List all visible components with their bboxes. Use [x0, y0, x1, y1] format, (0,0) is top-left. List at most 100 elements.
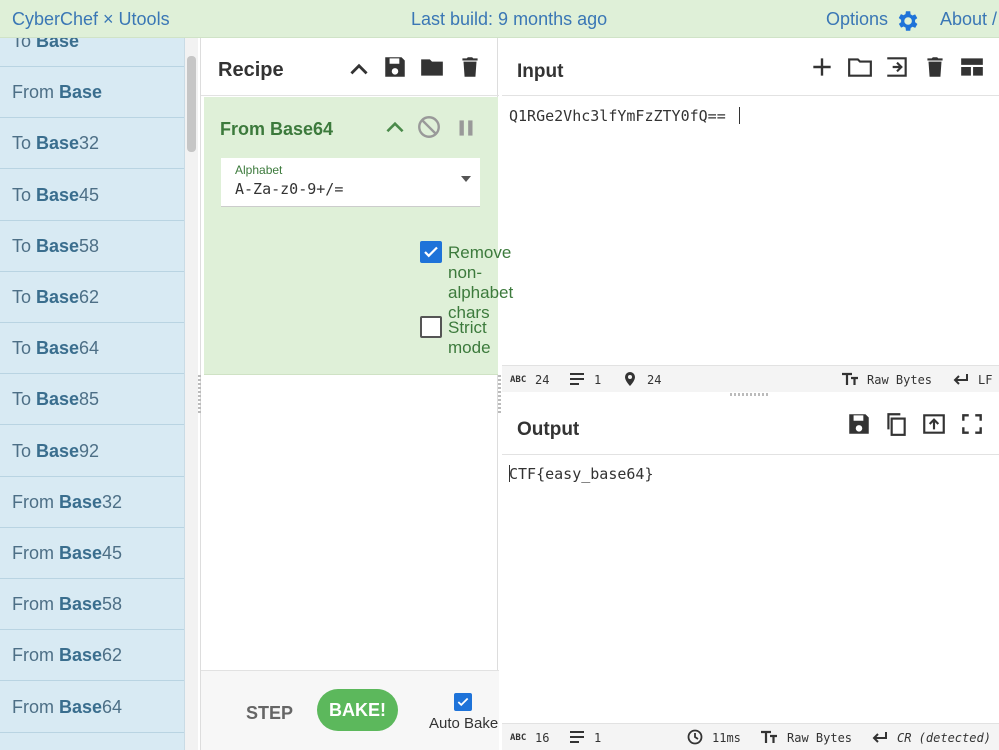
operation-list-item[interactable]: From Base85 — [0, 733, 184, 750]
operation-list-item[interactable]: From Base45 — [0, 528, 184, 579]
chevron-up-icon[interactable] — [346, 56, 372, 82]
operation-search-match: Base — [36, 184, 80, 205]
operation-search-match: Base — [36, 287, 80, 307]
output-eol[interactable]: CR (detected) — [897, 731, 991, 745]
load-recipe-folder-icon[interactable] — [419, 54, 445, 80]
operation-name: From Base64 — [220, 119, 334, 139]
output-header: Output — [502, 397, 999, 455]
copy-output-icon[interactable] — [883, 411, 909, 437]
operation-list-item[interactable]: To Base45 — [0, 170, 184, 221]
position-pin-icon — [621, 371, 639, 387]
add-input-plus-icon[interactable] — [809, 54, 835, 80]
maximise-output-icon[interactable] — [959, 411, 985, 437]
eol-return-icon[interactable] — [870, 729, 888, 745]
save-output-icon[interactable] — [846, 411, 872, 437]
operation-list-item[interactable]: To Base64 — [0, 323, 184, 375]
scrollbar-thumb[interactable] — [187, 56, 196, 152]
pane-resizer[interactable] — [730, 393, 770, 396]
input-eol[interactable]: LF — [978, 373, 992, 387]
gear-icon[interactable] — [894, 8, 920, 34]
auto-bake-label: Auto Bake — [429, 715, 499, 732]
last-build-link[interactable]: Last build: 9 months ago — [411, 9, 607, 30]
app-title[interactable]: CyberChef × Utools — [12, 9, 170, 30]
input-encoding[interactable]: Raw Bytes — [867, 373, 932, 387]
input-status-bar: ABC 24 1 24 Raw Bytes LF — [502, 365, 999, 392]
operation-list-item[interactable]: From Base32 — [0, 477, 184, 528]
remove-nonalpha-label: Remove non-alphabet chars — [448, 243, 514, 322]
replace-input-icon[interactable] — [921, 411, 947, 437]
operation-prefix: From — [12, 82, 59, 103]
operation-search-match: Base — [59, 594, 103, 615]
operation-prefix: From — [12, 645, 59, 666]
auto-bake-checkbox[interactable] — [454, 693, 472, 711]
operation-search-match: Base — [36, 133, 80, 154]
output-encoding[interactable]: Raw Bytes — [787, 731, 852, 745]
open-file-input-icon[interactable] — [884, 54, 910, 80]
operation-suffix: 32 — [79, 133, 100, 154]
text-format-icon[interactable] — [760, 729, 778, 745]
input-textarea[interactable]: Q1RGe2Vhc3lfYmFzZTY0fQ== — [509, 107, 726, 125]
operation-suffix: 62 — [79, 287, 100, 307]
operation-list-item[interactable]: To Base58 — [0, 221, 184, 272]
operation-list-item[interactable]: From Base — [0, 67, 184, 119]
bake-time: 11ms — [712, 731, 741, 745]
recipe-controls: STEP BAKE! Auto Bake — [201, 670, 499, 750]
text-format-icon[interactable] — [841, 371, 859, 387]
output-char-count: 16 — [535, 731, 550, 745]
output-text[interactable]: CTF{easy_base64} — [509, 465, 654, 483]
alphabet-select[interactable]: Alphabet A-Za-z0-9+/= — [221, 158, 480, 207]
operation-list-item[interactable]: From Base64 — [0, 682, 184, 733]
operation-search-match: Base — [36, 38, 80, 51]
about-link[interactable]: About / — [940, 9, 997, 30]
input-title: Input — [517, 61, 564, 82]
operation-suffix: 85 — [79, 389, 100, 410]
operation-list-item[interactable]: To Base — [0, 38, 184, 67]
strict-mode-checkbox[interactable] — [420, 316, 442, 338]
operation-prefix: From — [12, 594, 59, 615]
recipe-panel: Recipe From Base64 Alphabet A-Za-z0-9+/= — [200, 38, 513, 750]
pause-breakpoint-icon[interactable] — [453, 115, 473, 136]
eol-return-icon[interactable] — [951, 371, 969, 387]
options-link[interactable]: Options — [826, 9, 888, 30]
collapse-chevron-icon[interactable] — [382, 115, 404, 135]
operation-suffix: 45 — [79, 184, 100, 205]
clear-input-trash-icon[interactable] — [922, 54, 948, 80]
operation-card-from-base64[interactable]: From Base64 Alphabet A-Za-z0-9+/= Remove… — [204, 97, 513, 375]
input-char-count: 24 — [535, 373, 550, 387]
operation-search-match: Base — [59, 696, 103, 717]
operations-list[interactable]: To Base From Base To Base32 To Base45 To Bas… — [0, 38, 185, 750]
operation-list-item[interactable]: To Base62 — [0, 272, 184, 323]
operation-prefix: To — [12, 440, 37, 461]
bake-button[interactable]: BAKE! — [317, 689, 398, 731]
clear-recipe-trash-icon[interactable] — [457, 54, 483, 80]
alphabet-value[interactable]: A-Za-z0-9+/= — [235, 180, 343, 198]
remove-nonalpha-checkbox[interactable] — [420, 241, 442, 263]
operation-suffix: 32 — [102, 491, 123, 512]
column-resizer[interactable] — [198, 375, 201, 415]
operation-prefix: To — [12, 184, 37, 205]
save-recipe-icon[interactable] — [382, 54, 408, 80]
clock-icon — [686, 729, 704, 745]
output-title: Output — [517, 419, 580, 440]
reset-layout-icon[interactable] — [959, 54, 985, 80]
operation-suffix: 62 — [102, 645, 123, 666]
disable-operation-icon[interactable] — [416, 114, 440, 138]
column-resizer[interactable] — [498, 375, 501, 415]
dropdown-caret-icon[interactable] — [461, 176, 471, 182]
open-folder-icon[interactable] — [847, 54, 873, 80]
operation-search-match: Base — [59, 491, 103, 512]
operation-list-item[interactable]: From Base58 — [0, 579, 184, 631]
operation-list-item[interactable]: To Base85 — [0, 374, 184, 426]
top-banner: CyberChef × Utools Last build: 9 months … — [0, 0, 999, 38]
operation-list-item[interactable]: To Base32 — [0, 118, 184, 170]
operation-list-item[interactable]: To Base92 — [0, 426, 184, 477]
operation-prefix: From — [12, 543, 59, 563]
operation-search-match: Base — [36, 338, 80, 359]
operation-prefix: To — [12, 133, 37, 154]
operation-suffix: 64 — [102, 696, 123, 717]
operation-suffix: 64 — [79, 338, 100, 359]
operation-list-item[interactable]: From Base62 — [0, 630, 184, 682]
step-button[interactable]: STEP — [246, 703, 293, 724]
operations-scrollbar[interactable] — [185, 38, 198, 750]
operation-suffix: 58 — [79, 235, 100, 256]
